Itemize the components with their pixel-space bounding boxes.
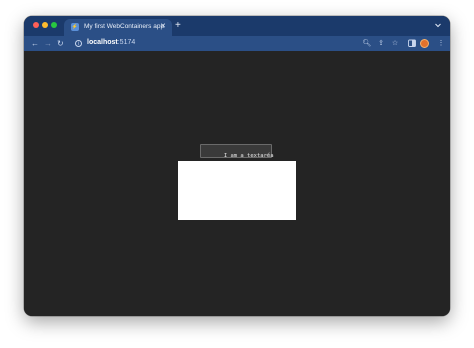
textarea-input[interactable]: I am a textarea [200, 144, 274, 159]
tab-title: My first WebContainers app [84, 23, 165, 30]
tab-close-icon[interactable]: ✕ [160, 22, 166, 32]
profile-avatar[interactable] [420, 39, 429, 48]
webcontainer-favicon-icon: ⚡ [71, 23, 79, 31]
reload-button[interactable]: ↻ [57, 36, 64, 51]
close-window-button[interactable] [33, 22, 39, 28]
forward-button[interactable]: → [44, 36, 52, 51]
tab-search-chevron-icon[interactable] [434, 21, 442, 29]
more-menu-icon[interactable]: ⋮ [436, 36, 446, 51]
site-info-icon[interactable]: i [75, 40, 82, 47]
preview-iframe[interactable] [178, 161, 296, 220]
back-button[interactable]: ← [31, 36, 39, 51]
bookmark-star-icon[interactable]: ☆ [390, 36, 400, 51]
maximize-window-button[interactable] [51, 22, 57, 28]
side-panel-icon[interactable] [407, 36, 417, 51]
page-viewport: I am a textarea [24, 51, 450, 316]
zoom-icon[interactable]: 🔍︎ [362, 36, 372, 51]
url-port: :5174 [117, 39, 136, 46]
address-bar[interactable]: localhost:5174 [87, 39, 135, 46]
tab-active[interactable]: ⚡ My first WebContainers app ✕ [64, 19, 172, 36]
share-icon[interactable]: ⇪ [376, 36, 386, 51]
resize-handle-icon[interactable] [266, 152, 270, 156]
tab-strip: ⚡ My first WebContainers app ✕ + [24, 16, 450, 36]
new-tab-button[interactable]: + [175, 19, 181, 33]
minimize-window-button[interactable] [42, 22, 48, 28]
url-host: localhost [87, 39, 118, 46]
browser-window: ⚡ My first WebContainers app ✕ + ← → ↻ i… [24, 16, 450, 316]
browser-toolbar: ← → ↻ i localhost:5174 🔍︎ ⇪ ☆ ⋮ [24, 36, 450, 51]
